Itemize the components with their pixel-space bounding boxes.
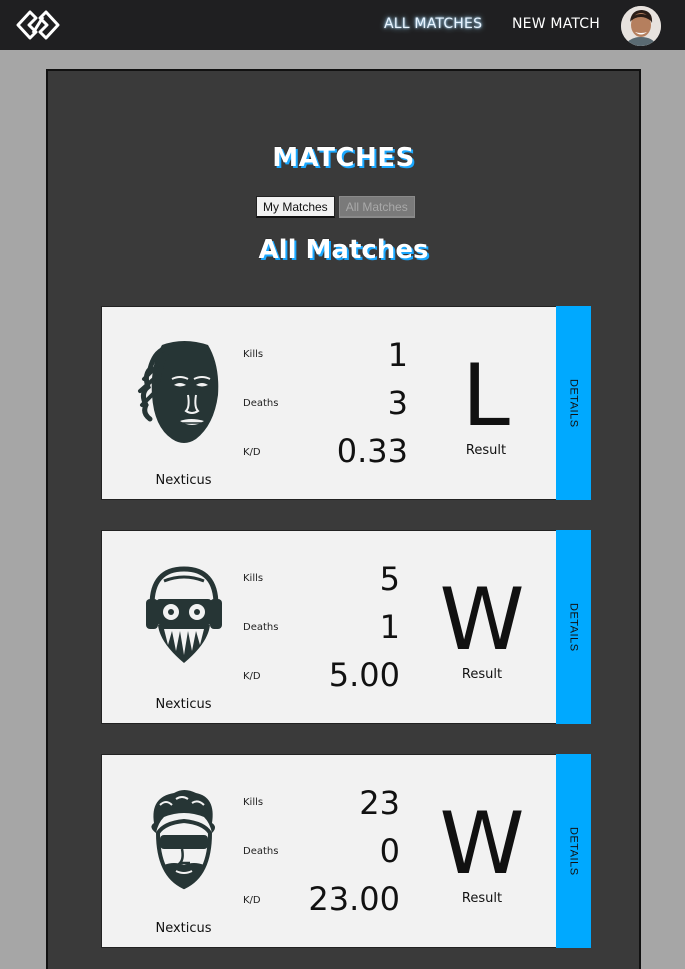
deaths-label: Deaths (243, 398, 279, 409)
all-matches-button[interactable]: All Matches (338, 196, 415, 218)
player-name: Nexticus (155, 921, 212, 936)
kills-value: 1 (387, 336, 408, 374)
match-card: Nexticus Kills 1 Deaths 3 K/D 0.33 L Res… (101, 306, 591, 500)
dreadlocks-face-icon (138, 341, 219, 443)
result-letter: W (439, 794, 525, 894)
deaths-value: 3 (387, 384, 408, 422)
kills-label: Kills (243, 573, 264, 584)
my-matches-button[interactable]: My Matches (256, 196, 335, 218)
kills-label: Kills (243, 349, 264, 360)
kd-value: 5.00 (328, 656, 400, 694)
result-label: Result (461, 667, 503, 682)
result-letter: L (462, 346, 510, 446)
curly-hair-face-icon (151, 790, 215, 890)
details-button-label: DETAILS (567, 378, 580, 428)
details-button[interactable]: DETAILS (556, 754, 591, 948)
nav-all-matches-link[interactable]: ALL MATCHES (384, 16, 482, 32)
kd-value: 0.33 (336, 432, 408, 470)
player-name: Nexticus (155, 697, 212, 712)
result-label: Result (461, 891, 503, 906)
details-button[interactable]: DETAILS (556, 530, 591, 724)
deaths-value: 0 (379, 832, 400, 870)
details-button-label: DETAILS (567, 602, 580, 652)
nav-new-match-link[interactable]: NEW MATCH (512, 16, 600, 32)
page-title: MATCHES (272, 143, 415, 173)
result-letter: W (439, 570, 525, 670)
kd-label: K/D (243, 447, 261, 458)
kd-label: K/D (243, 671, 261, 682)
section-title: All Matches (258, 235, 429, 265)
kills-label: Kills (243, 797, 264, 808)
kills-value: 5 (379, 560, 400, 598)
logo-icon[interactable] (16, 8, 60, 42)
kd-value: 23.00 (308, 880, 400, 918)
match-card: Nexticus Kills 23 Deaths 0 K/D 23.00 W R… (101, 754, 591, 948)
details-button-label: DETAILS (567, 826, 580, 876)
user-avatar-icon (621, 6, 661, 46)
deaths-value: 1 (379, 608, 400, 646)
deaths-label: Deaths (243, 846, 279, 857)
details-button[interactable]: DETAILS (556, 306, 591, 500)
matches-panel: MATCHES My Matches All Matches All Match… (46, 69, 641, 969)
match-filter-toggle: My Matches All Matches (256, 196, 415, 218)
helmet-mask-face-icon (146, 566, 222, 663)
user-avatar[interactable] (621, 6, 661, 46)
result-label: Result (465, 443, 507, 458)
player-name: Nexticus (155, 473, 212, 488)
top-nav: ALL MATCHES NEW MATCH (0, 0, 685, 50)
match-card: Nexticus Kills 5 Deaths 1 K/D 5.00 W Res… (101, 530, 591, 724)
deaths-label: Deaths (243, 622, 279, 633)
kd-label: K/D (243, 895, 261, 906)
kills-value: 23 (359, 784, 400, 822)
